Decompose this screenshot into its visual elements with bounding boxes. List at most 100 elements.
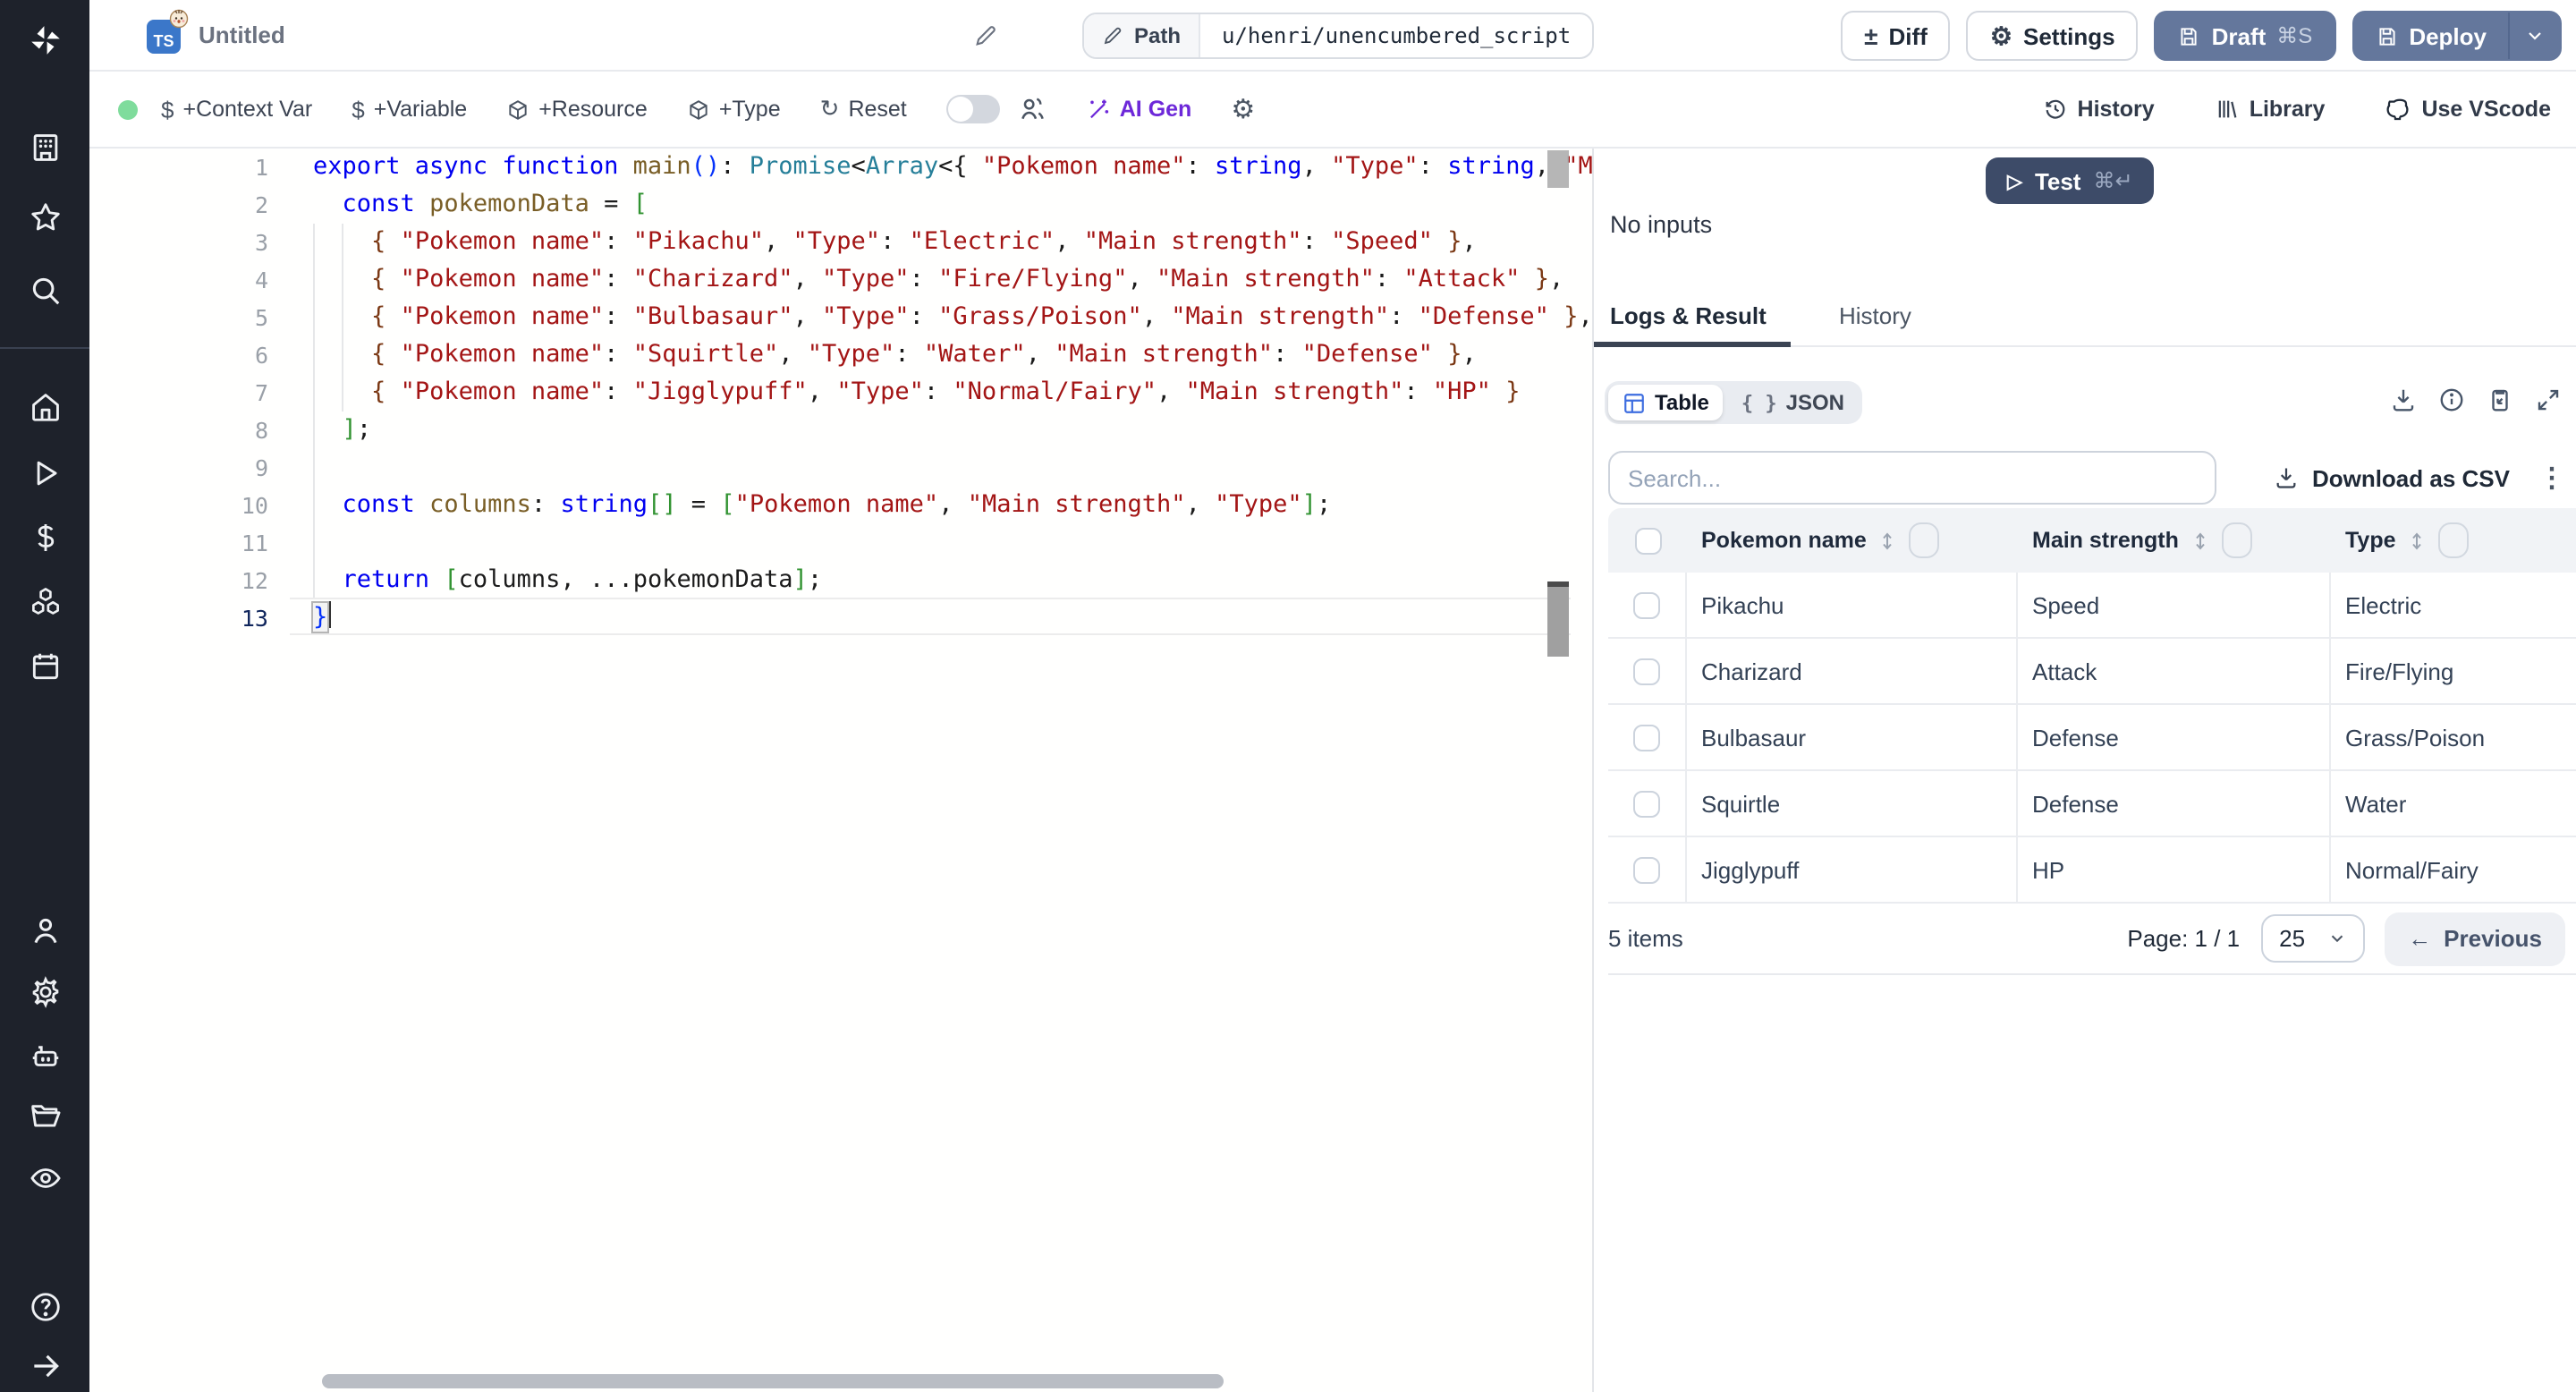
tab-logs-and-result[interactable]: Logs & Result <box>1594 302 1792 347</box>
ai-gen-button[interactable]: AI Gen <box>1086 97 1191 122</box>
diff-icon: ± <box>1864 21 1878 50</box>
row-checkbox[interactable] <box>1633 658 1660 684</box>
multiplayer-toggle[interactable] <box>945 95 1000 123</box>
copy-to-clipboard-icon[interactable] <box>2487 386 2513 413</box>
library-button[interactable]: Library <box>2216 97 2325 122</box>
table-row[interactable]: Pikachu Speed Electric <box>1608 573 2576 639</box>
code-line-9[interactable]: 9 <box>89 449 1592 487</box>
path-field[interactable]: Path u/henri/unencumbered_script <box>1082 13 1595 59</box>
magic-wand-icon <box>1089 99 1108 119</box>
add-type-button[interactable]: +Type <box>687 97 781 122</box>
code-line-2[interactable]: 2 const pokemonData = [ <box>89 186 1592 224</box>
library-icon <box>2219 100 2238 118</box>
sidebar-item-audit-logs[interactable] <box>23 1156 66 1199</box>
sort-icon[interactable] <box>2407 529 2428 552</box>
sidebar-item-resources[interactable] <box>23 580 66 623</box>
edit-title-pencil-icon[interactable] <box>973 23 998 48</box>
history-button[interactable]: History <box>2044 97 2155 122</box>
table-row[interactable]: Bulbasaur Defense Grass/Poison <box>1608 705 2576 771</box>
sidebar-item-variables[interactable] <box>23 515 66 558</box>
search-input[interactable] <box>1608 451 2216 505</box>
column-header-pokemon-name[interactable]: Pokemon name <box>1687 522 2018 558</box>
row-checkbox[interactable] <box>1633 724 1660 751</box>
deploy-button[interactable]: Deploy <box>2351 11 2562 61</box>
code-line-10[interactable]: 10 const columns: string[] = ["Pokemon n… <box>89 487 1592 524</box>
editor-horizontal-scrollbar-thumb[interactable] <box>322 1374 1224 1388</box>
column-header-main-strength[interactable]: Main strength <box>2018 522 2331 558</box>
view-table-chip[interactable]: Table <box>1608 385 1724 420</box>
select-all-checkbox[interactable] <box>1634 527 1661 554</box>
code-line-7[interactable]: 7 { "Pokemon name": "Jigglypuff", "Type"… <box>89 374 1592 412</box>
add-variable-button[interactable]: $ +Variable <box>352 96 467 123</box>
code-line-4[interactable]: 4 { "Pokemon name": "Charizard", "Type":… <box>89 261 1592 299</box>
info-icon[interactable] <box>2438 386 2465 413</box>
sidebar-item-workers[interactable] <box>23 1034 66 1077</box>
indent-guide <box>313 261 315 299</box>
code-line-13[interactable]: 13} <box>89 599 1592 637</box>
row-checkbox[interactable] <box>1633 790 1660 817</box>
line-number: 7 <box>254 379 268 406</box>
code-line-1[interactable]: 1 export async function main(): Promise<A… <box>89 149 1592 186</box>
editor-vertical-scrollbar-thumb[interactable] <box>1547 150 1569 188</box>
sidebar-item-folders[interactable] <box>23 1093 66 1136</box>
sort-icon[interactable] <box>2190 529 2211 552</box>
cell-pokemon-name: Bulbasaur <box>1687 705 2018 769</box>
test-button[interactable]: ▷ Test ⌘↵ <box>1986 157 2155 204</box>
settings-button[interactable]: ⚙ Settings <box>1966 11 2139 61</box>
expand-fullscreen-icon[interactable] <box>2535 386 2562 413</box>
schedules-icon <box>28 649 62 683</box>
editor-settings-gear-icon[interactable]: ⚙ <box>1231 93 1255 125</box>
sidebar-item-runs[interactable] <box>23 451 66 494</box>
table-options-kebab-icon[interactable]: ⋮ <box>2538 462 2565 494</box>
line-number: 3 <box>254 229 268 256</box>
runs-icon <box>28 455 62 489</box>
previous-page-button[interactable]: ← Previous <box>2385 912 2565 965</box>
column-filter-pill[interactable] <box>2221 522 2252 558</box>
download-result-icon[interactable] <box>2390 386 2417 413</box>
help-icon <box>28 1289 62 1323</box>
code-line-3[interactable]: 3 { "Pokemon name": "Pikachu", "Type": "… <box>89 224 1592 261</box>
run-panel: ▷ Test ⌘↵ No inputs Logs & Result Histor… <box>1594 149 2576 1392</box>
code-line-12[interactable]: 12 return [columns, ...pokemonData]; <box>89 562 1592 599</box>
code-line-6[interactable]: 6 { "Pokemon name": "Squirtle", "Type": … <box>89 336 1592 374</box>
sidebar-item-home[interactable] <box>23 385 66 428</box>
add-resource-button[interactable]: +Resource <box>506 97 648 122</box>
line-number: 6 <box>254 342 268 369</box>
download-as-csv-button[interactable]: Download as CSV <box>2275 464 2510 491</box>
indent-guide <box>313 487 315 524</box>
column-filter-pill[interactable] <box>2438 522 2470 558</box>
sidebar-item-expand-sidebar[interactable] <box>23 1344 66 1387</box>
table-row[interactable]: Squirtle Defense Water <box>1608 771 2576 837</box>
chevron-down-icon[interactable] <box>2524 25 2546 47</box>
sidebar-item-workspace[interactable] <box>23 125 66 168</box>
column-header-type[interactable]: Type <box>2331 522 2576 558</box>
column-filter-pill[interactable] <box>1909 522 1940 558</box>
sidebar-item-search[interactable] <box>23 268 66 311</box>
sidebar-item-favorites[interactable] <box>23 195 66 238</box>
table-row[interactable]: Jigglypuff HP Normal/Fairy <box>1608 837 2576 904</box>
draft-button[interactable]: Draft ⌘S <box>2154 11 2336 61</box>
sidebar-item-windmill-logo[interactable] <box>23 18 66 61</box>
page-size-select[interactable]: 25 <box>2261 914 2366 963</box>
view-json-chip[interactable]: { } JSON <box>1727 385 1859 420</box>
diff-button[interactable]: ± Diff <box>1841 11 1951 61</box>
sidebar-item-schedules[interactable] <box>23 644 66 687</box>
table-row[interactable]: Charizard Attack Fire/Flying <box>1608 639 2576 705</box>
row-checkbox[interactable] <box>1633 591 1660 618</box>
code-line-8[interactable]: 8 ]; <box>89 412 1592 449</box>
tab-history[interactable]: History <box>1839 302 1911 329</box>
code-line-5[interactable]: 5 { "Pokemon name": "Bulbasaur", "Type":… <box>89 299 1592 336</box>
row-checkbox[interactable] <box>1633 856 1660 883</box>
code-editor[interactable]: 1 export async function main(): Promise<A… <box>89 149 1592 1392</box>
sidebar-item-settings[interactable] <box>23 970 66 1013</box>
path-value[interactable]: u/henri/unencumbered_script <box>1200 14 1592 57</box>
line-number: 2 <box>254 191 268 218</box>
code-text: { "Pokemon name": "Bulbasaur", "Type": "… <box>313 299 1592 336</box>
sort-icon[interactable] <box>1877 529 1899 552</box>
code-line-11[interactable]: 11 <box>89 524 1592 562</box>
sidebar-item-help[interactable] <box>23 1285 66 1328</box>
reset-button[interactable]: ↻ Reset <box>820 95 907 123</box>
add-context-var-button[interactable]: $ +Context Var <box>161 96 312 123</box>
use-vscode-button[interactable]: Use VScode <box>2385 96 2551 123</box>
sidebar-item-user[interactable] <box>23 909 66 952</box>
